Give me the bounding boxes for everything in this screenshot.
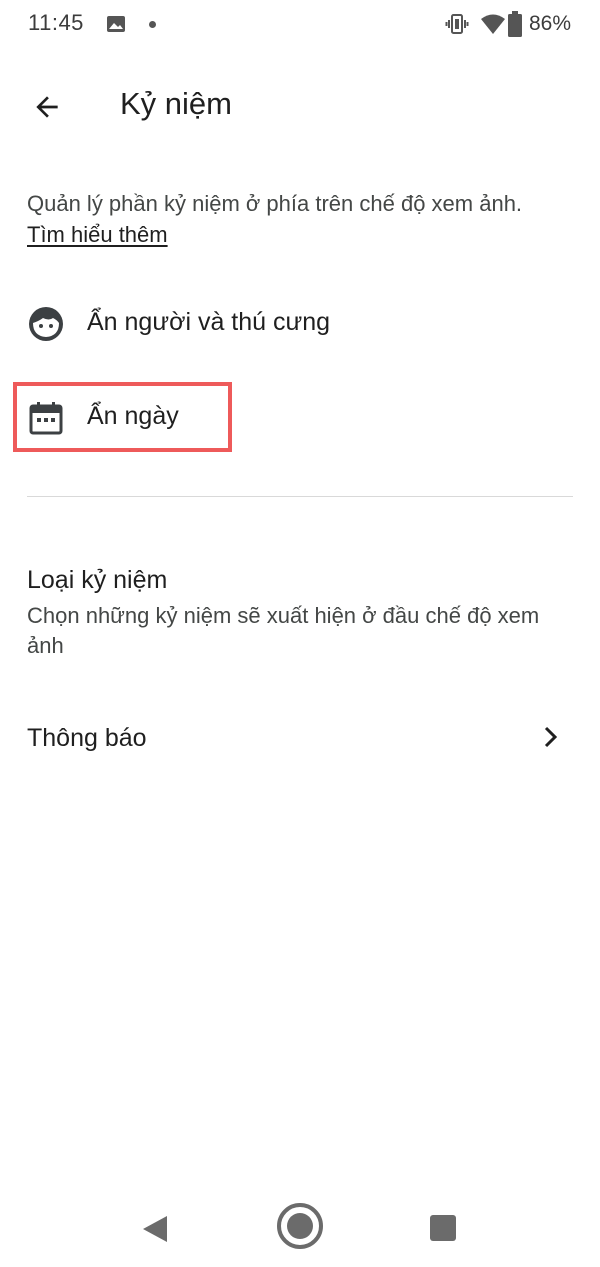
vibrate-icon [445, 14, 469, 34]
description-text: Quản lý phần kỷ niệm ở phía trên chế độ … [27, 191, 523, 216]
description: Quản lý phần kỷ niệm ở phía trên chế độ … [27, 188, 577, 250]
face-icon [29, 307, 63, 341]
navigation-bar [0, 1180, 600, 1267]
nav-back-icon[interactable] [141, 1214, 169, 1244]
memory-types-title: Loại kỷ niệm [27, 566, 168, 594]
divider [27, 496, 573, 497]
battery-percentage: 86% [529, 12, 572, 35]
hide-dates-label: Ẩn ngày [87, 402, 179, 430]
arrow-back-icon [36, 96, 58, 118]
status-bar: 11:45 86% [0, 0, 600, 50]
nav-recents-icon[interactable] [430, 1215, 456, 1241]
hide-people-pets-row[interactable]: Ẩn người và thú cưng [0, 284, 600, 364]
notifications-title: Thông báo [27, 724, 147, 752]
battery-icon [508, 11, 522, 37]
back-button[interactable] [22, 82, 72, 132]
nav-home-icon[interactable] [276, 1202, 324, 1250]
memory-types-section[interactable]: Loại kỷ niệm Chọn những kỷ niệm sẽ xuất … [0, 560, 600, 670]
hide-people-pets-label: Ẩn người và thú cưng [87, 308, 331, 336]
gallery-icon [107, 16, 125, 32]
status-time: 11:45 [28, 10, 84, 35]
notifications-row[interactable]: Thông báo [0, 700, 600, 776]
chevron-right-icon [544, 726, 558, 748]
page-title: Kỷ niệm [120, 86, 232, 121]
wifi-icon [481, 14, 505, 34]
notification-dot-icon [149, 21, 156, 28]
hide-dates-row[interactable]: Ẩn ngày [0, 378, 600, 458]
memory-types-subtitle: Chọn những kỷ niệm sẽ xuất hiện ở đầu ch… [27, 603, 540, 658]
app-bar: Kỷ niệm [0, 60, 600, 150]
learn-more-link[interactable]: Tìm hiểu thêm [27, 222, 168, 247]
calendar-icon [29, 402, 63, 435]
